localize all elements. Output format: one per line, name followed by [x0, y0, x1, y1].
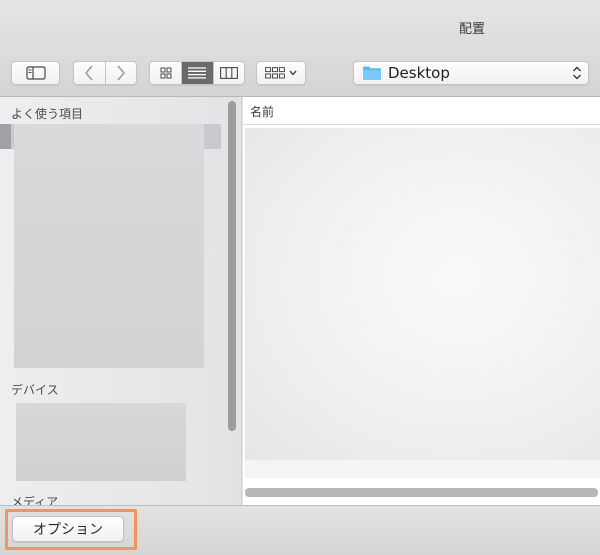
column-header-name[interactable]: 名前 — [250, 103, 274, 120]
list-view-button[interactable] — [181, 62, 213, 84]
favorites-list[interactable] — [14, 124, 204, 368]
location-label: Desktop — [388, 64, 450, 82]
arrange-icon — [265, 67, 285, 79]
chevron-down-icon — [289, 70, 297, 76]
navigation-buttons — [73, 61, 137, 85]
back-button[interactable] — [74, 62, 105, 84]
column-header: 名前 — [243, 97, 600, 125]
media-heading: メディア — [11, 495, 59, 505]
title-bar: 配置 Desktop — [0, 0, 600, 97]
chevron-left-icon — [85, 65, 94, 81]
file-list-content[interactable] — [245, 128, 600, 460]
forward-button[interactable] — [104, 62, 136, 84]
column-view-button[interactable] — [212, 62, 244, 84]
bottom-bar: オプション — [0, 505, 600, 555]
folder-icon — [363, 66, 381, 80]
options-button[interactable]: オプション — [12, 516, 124, 542]
up-down-chevron-icon — [573, 66, 581, 80]
icon-view-button[interactable] — [150, 62, 181, 84]
location-popup[interactable]: Desktop — [353, 61, 589, 85]
window-title: 配置 — [458, 22, 485, 37]
file-list: 名前 — [243, 97, 600, 505]
view-mode-buttons — [149, 61, 245, 85]
grid-view-icon — [160, 67, 172, 79]
horizontal-scrollbar[interactable] — [245, 488, 598, 497]
favorites-heading: よく使う項目 — [11, 107, 84, 121]
sidebar-scrollbar[interactable] — [228, 101, 236, 431]
sidebar-icon — [25, 66, 46, 80]
chevron-right-icon — [117, 65, 125, 81]
sidebar-toggle-button[interactable] — [11, 61, 60, 85]
arrange-button[interactable] — [256, 61, 306, 85]
devices-heading: デバイス — [11, 383, 59, 397]
list-view-icon — [188, 67, 207, 79]
file-list-empty-row — [245, 460, 600, 478]
column-view-icon — [219, 67, 238, 79]
devices-list[interactable] — [16, 403, 186, 481]
sidebar: よく使う項目 デバイス メディア — [0, 97, 242, 505]
